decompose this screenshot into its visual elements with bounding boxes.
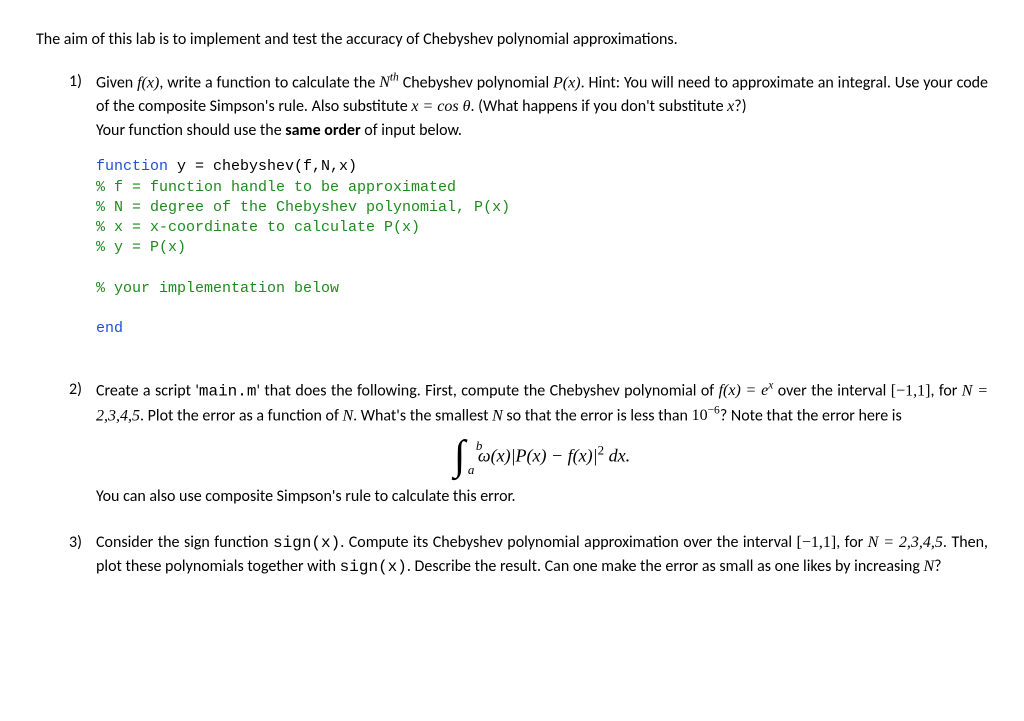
- code-comment: % x = x-coordinate to calculate P(x): [96, 219, 420, 236]
- equation-body: ω(x)|P(x) − f(x)|: [478, 446, 598, 466]
- bold-text: same order: [285, 121, 360, 140]
- item-number: 3): [36, 531, 96, 579]
- text: Your function should use the: [96, 121, 285, 140]
- code-keyword: function: [96, 158, 168, 175]
- math-inline: [−1,1]: [891, 382, 931, 399]
- math-inline: N: [492, 407, 503, 424]
- text: so that the error is less than: [503, 406, 692, 425]
- text: . Plot the error as a function of: [140, 406, 342, 425]
- text: . What's the smallest: [353, 406, 492, 425]
- list-item-1: 1) Given f(x), write a function to calcu…: [36, 70, 988, 356]
- item-body: Given f(x), write a function to calculat…: [96, 70, 988, 356]
- integral-lower: a: [468, 460, 475, 480]
- code-block: function y = chebyshev(f,N,x) % f = func…: [96, 157, 988, 339]
- code-text: y = chebyshev(f,N,x): [168, 158, 357, 175]
- integral-upper: b: [476, 436, 483, 456]
- text: over the interval: [773, 381, 890, 400]
- text: ' that does the following. First, comput…: [256, 381, 718, 400]
- superscript: th: [390, 72, 399, 84]
- text: ? Note that the error here is: [720, 406, 902, 425]
- math-inline: P(x): [553, 74, 581, 91]
- paragraph: Your function should use the same order …: [96, 119, 988, 143]
- list-item-2: 2) Create a script 'main.m' that does th…: [36, 378, 988, 510]
- code-inline: sign(x): [273, 534, 340, 552]
- math-inline: N: [342, 407, 353, 424]
- code-comment: % your implementation below: [96, 280, 339, 297]
- text: , for: [836, 533, 868, 552]
- text: ?: [934, 557, 941, 576]
- code-inline: main.m: [199, 382, 257, 400]
- math-inline: N: [923, 558, 934, 575]
- paragraph: Create a script 'main.m' that does the f…: [96, 378, 988, 429]
- paragraph: You can also use composite Simpson's rul…: [96, 485, 988, 509]
- paragraph: Consider the sign function sign(x). Comp…: [96, 531, 988, 579]
- text: , write a function to calculate the: [159, 73, 379, 92]
- text: . Describe the result. Can one make the …: [407, 557, 924, 576]
- math-inline: f(x): [137, 74, 159, 91]
- item-number: 2): [36, 378, 96, 510]
- math-inline: N = 2,3,4,5: [868, 534, 943, 551]
- text: ?): [734, 97, 746, 116]
- equation-dx: dx.: [604, 446, 630, 466]
- item-body: Create a script 'main.m' that does the f…: [96, 378, 988, 510]
- text: Given: [96, 73, 137, 92]
- text: . (What happens if you don't substitute: [470, 97, 727, 116]
- code-comment: % f = function handle to be approximated: [96, 179, 456, 196]
- text: 10: [692, 407, 708, 424]
- math-inline: x = cos θ: [411, 98, 470, 115]
- superscript: −6: [708, 405, 720, 417]
- code-comment: % N = degree of the Chebyshev polynomial…: [96, 199, 510, 216]
- list-item-3: 3) Consider the sign function sign(x). C…: [36, 531, 988, 579]
- text: N: [379, 74, 390, 91]
- math-inline: Nth: [379, 74, 399, 91]
- paragraph: Given f(x), write a function to calculat…: [96, 70, 988, 119]
- integral-symbol: ∫ a b: [454, 438, 466, 477]
- math-inline: f(x) = ex: [719, 382, 774, 399]
- text: f(x) = e: [719, 382, 769, 399]
- equation-display: ∫ a b ω(x)|P(x) − f(x)|2 dx.: [96, 438, 988, 477]
- text: Chebyshev polynomial: [399, 73, 553, 92]
- item-number: 1): [36, 70, 96, 356]
- text: . Compute its Chebyshev polynomial appro…: [340, 533, 796, 552]
- text: , for: [930, 381, 961, 400]
- code-inline: sign(x): [340, 558, 407, 576]
- text: of input below.: [361, 121, 462, 140]
- code-comment: % y = P(x): [96, 239, 186, 256]
- text: Consider the sign function: [96, 533, 273, 552]
- math-inline: [−1,1]: [797, 534, 837, 551]
- item-body: Consider the sign function sign(x). Comp…: [96, 531, 988, 579]
- code-keyword: end: [96, 320, 123, 337]
- math-inline: 10−6: [692, 407, 720, 424]
- text: Create a script ': [96, 381, 199, 400]
- intro-paragraph: The aim of this lab is to implement and …: [36, 28, 988, 52]
